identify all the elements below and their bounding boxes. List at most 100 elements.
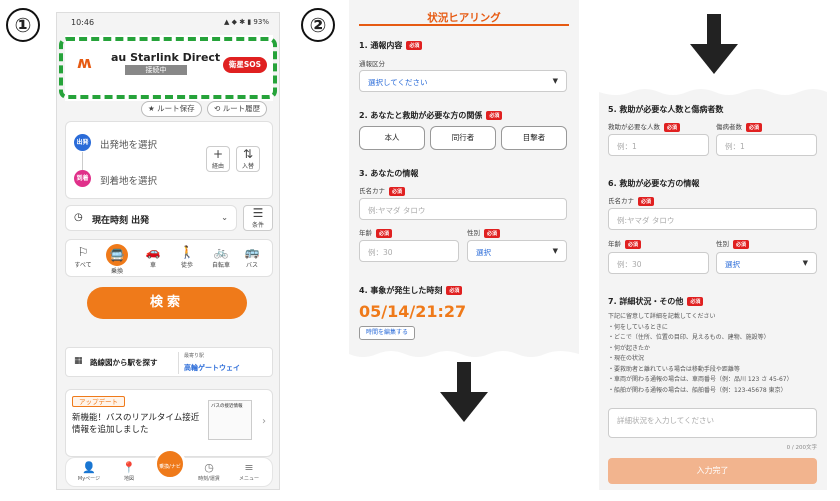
age-input[interactable]: 例：30 — [359, 240, 459, 262]
arrow-down-icon — [690, 14, 738, 74]
required-badge: 必須 — [376, 228, 393, 238]
bicycle-icon: 🚲 — [213, 245, 229, 259]
injured-count-input[interactable]: 例：1 — [716, 134, 817, 156]
gender-select[interactable]: 選択 — [716, 252, 817, 274]
edit-time-button[interactable]: 時間を編集する — [359, 326, 416, 340]
kana-label: 氏名カナ 必須 — [359, 185, 406, 196]
route-input-card: 出発 出発地を選択 到着 到着地を選択 + 経由 ⇅ 入替 — [65, 121, 273, 199]
mode-bicycle-label: 自転車 — [211, 262, 230, 269]
section7-title-text: 7. 詳細状況・その他 — [608, 297, 684, 306]
swap-arrows-icon: ⇅ — [242, 147, 254, 161]
route-save-button[interactable]: ★ ルート保存 — [141, 101, 202, 117]
relation-companion-button[interactable]: 同行者 — [430, 126, 496, 150]
nav-transit-label: 乗換/ナビ — [159, 464, 181, 470]
kana-label-text: 氏名カナ — [608, 197, 634, 205]
map-grid-icon: ▦ — [74, 356, 83, 366]
route-history-label: ルート履歴 — [222, 104, 261, 113]
gender-select[interactable]: 選択 — [467, 240, 567, 262]
kana-input[interactable]: 例:ヤマダ タロウ — [608, 208, 817, 230]
chevron-right-icon: › — [262, 416, 266, 427]
required-badge: 必須 — [625, 239, 642, 249]
star-icon: ★ — [148, 104, 155, 113]
nav-map[interactable]: 📍 地図 — [112, 461, 146, 482]
note-line: ・何をしているときに — [608, 323, 668, 331]
phone-screen-home: 10:46 ▲ ◆ ✱ ▮ 93% ʍ au Starlink Direct 接… — [56, 12, 280, 490]
transport-mode-bar: ⚐ すべて 🚍 乗換 🚗 車 🚶 徒歩 🚲 自転車 🚌 バス — [65, 239, 273, 277]
nav-mypage[interactable]: 👤 Myページ — [72, 461, 106, 482]
search-button[interactable]: 検索 — [87, 287, 247, 319]
kana-input[interactable]: 例:ヤマダ タロウ — [359, 198, 567, 220]
relation-self-button[interactable]: 本人 — [359, 126, 425, 150]
swap-button[interactable]: ⇅ 入替 — [236, 146, 260, 172]
age-input[interactable]: 例：30 — [608, 252, 709, 274]
required-badge: 必須 — [638, 196, 655, 206]
report-type-select[interactable]: 選択してください — [359, 70, 567, 92]
gender-label: 性別 必須 — [716, 238, 750, 249]
required-badge: 必須 — [389, 186, 406, 196]
note-line: 下記に留意して詳細を記載してください — [608, 313, 716, 320]
time-label: 現在時刻 出発 — [92, 216, 150, 226]
mode-bus[interactable]: 🚌 バス — [242, 244, 262, 269]
mode-car[interactable]: 🚗 車 — [140, 244, 166, 269]
gender-label-text: 性別 — [467, 229, 480, 237]
divider — [178, 352, 179, 374]
people-label: 救助が必要な人数 必須 — [608, 121, 681, 132]
nav-menu[interactable]: ≡ メニュー — [232, 461, 266, 482]
mode-car-label: 車 — [149, 262, 156, 269]
form-title: 状況ヒアリング — [427, 12, 501, 24]
status-icons: ▲ ◆ ✱ ▮ 93% — [224, 18, 269, 26]
required-badge: 必須 — [484, 228, 501, 238]
route-map-card[interactable]: ▦ 路線図から駅を探す 最寄り駅 高輪ゲートウェイ — [65, 347, 273, 377]
gender-label: 性別 必須 — [467, 227, 501, 238]
nearest-station-link[interactable]: 高輪ゲートウェイ — [184, 363, 240, 373]
plus-icon: + — [212, 147, 224, 161]
arrival-input[interactable]: 到着地を選択 — [100, 173, 157, 187]
arrow-down-icon — [440, 362, 488, 422]
note-line: ・何が起きたか — [608, 344, 651, 352]
relation-witness-button[interactable]: 目撃者 — [501, 126, 567, 150]
age-label-text: 年齢 — [359, 229, 372, 237]
char-counter: 0 / 200文字 — [786, 445, 817, 451]
departure-time-select[interactable]: ◷ 現在時刻 出発 ⌄ — [65, 205, 237, 231]
injured-label-text: 傷病者数 — [716, 123, 742, 131]
incident-time: 05/14/21:27 — [359, 302, 467, 321]
age-label: 年齢 必須 — [608, 238, 642, 249]
required-badge: 必須 — [733, 239, 750, 249]
mode-all[interactable]: ⚐ すべて — [70, 244, 96, 269]
route-history-button[interactable]: ⟲ ルート履歴 — [207, 101, 268, 117]
nav-timetable[interactable]: ◷ 時刻/運賃 — [192, 461, 226, 482]
mode-walk-label: 徒歩 — [180, 262, 193, 269]
gender-label-text: 性別 — [716, 240, 729, 248]
hearing-form-part2: 5. 救助が必要な人数と傷病者数 救助が必要な人数 必須 例：1 傷病者数 必須 例… — [599, 86, 827, 490]
required-badge: 必須 — [687, 297, 704, 306]
swap-label: 入替 — [241, 163, 254, 170]
section2-title-text: 2. あなたと救助が必要な方の関係 — [359, 111, 483, 120]
section2-title: 2. あなたと救助が必要な方の関係 必須 — [359, 110, 503, 121]
mode-walk[interactable]: 🚶 徒歩 — [174, 244, 200, 269]
highlight-dashed-frame — [59, 37, 277, 99]
torn-edge — [349, 351, 579, 358]
required-badge: 必須 — [486, 111, 503, 120]
menu-icon: ≡ — [244, 461, 254, 474]
required-badge: 必須 — [446, 286, 463, 295]
all-modes-icon: ⚐ — [77, 245, 89, 259]
mode-transfer[interactable]: 🚍 乗換 — [104, 244, 130, 275]
note-line: ・車両が関わる通報の場合は、車両番号（例：品川 123 さ 45-67） — [608, 376, 793, 383]
mode-bicycle[interactable]: 🚲 自転車 — [208, 244, 234, 269]
note-line: ・船舶が関わる通報の場合は、船舶番号（例：123-45678 東京） — [608, 386, 787, 394]
mode-bus-label: バス — [245, 262, 258, 269]
status-time: 10:46 — [71, 18, 95, 27]
people-count-input[interactable]: 例：1 — [608, 134, 709, 156]
conditions-button[interactable]: ☰ 条件 — [243, 205, 273, 231]
submit-button[interactable]: 入力完了 — [608, 458, 817, 484]
age-label: 年齢 必須 — [359, 227, 393, 238]
kana-label-text: 氏名カナ — [359, 187, 385, 195]
nav-transit[interactable]: 乗換/ナビ — [154, 448, 186, 480]
required-badge: 必須 — [746, 122, 763, 132]
via-button[interactable]: + 経由 — [206, 146, 230, 172]
detail-textarea[interactable]: 詳細状況を入力してください — [608, 408, 817, 438]
section3-title: 3. あなたの情報 — [359, 169, 419, 178]
departure-input[interactable]: 出発地を選択 — [100, 137, 157, 151]
news-text: 新機能！バスのリアルタイム接近情報を追加しました — [72, 413, 200, 435]
news-card[interactable]: アップデート 新機能！バスのリアルタイム接近情報を追加しました バスの接近情報 … — [65, 389, 273, 457]
